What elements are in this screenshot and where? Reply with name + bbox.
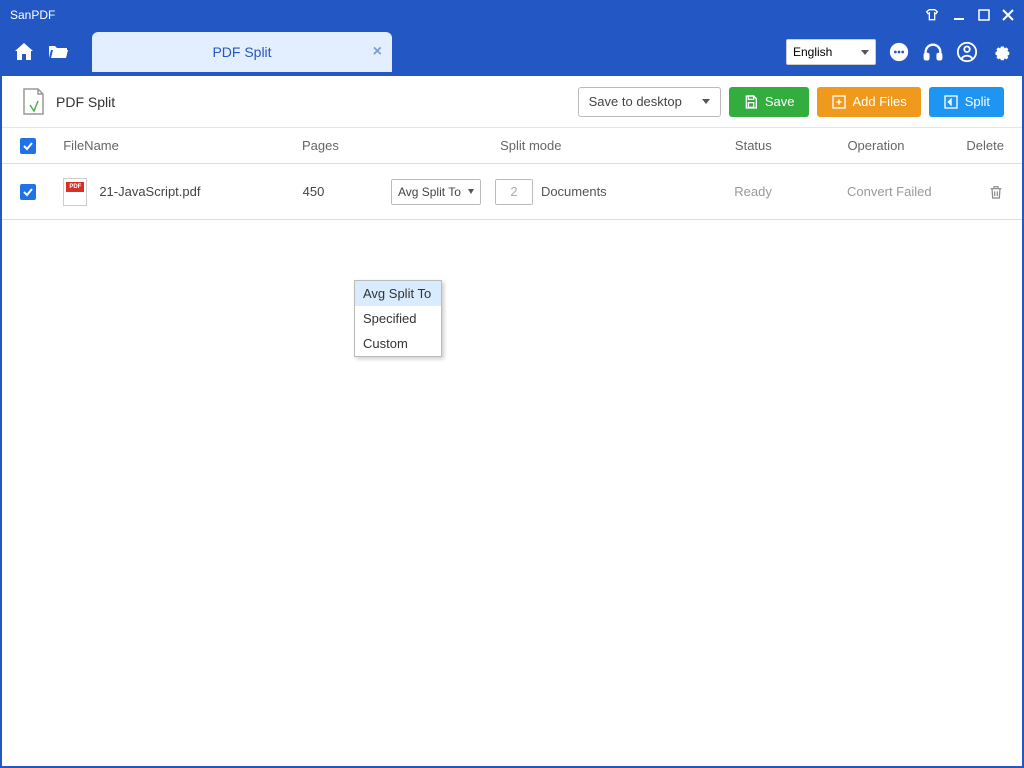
toolbar-buttons: Save to desktop Save Add Files Split <box>578 87 1004 117</box>
topbar-left: PDF Split × <box>12 32 392 72</box>
table-header: FileName Pages Split mode Status Operati… <box>2 128 1022 164</box>
add-files-label: Add Files <box>853 94 907 109</box>
home-icon[interactable] <box>12 40 36 64</box>
save-button-label: Save <box>765 94 795 109</box>
filename-text: 21-JavaScript.pdf <box>99 184 200 199</box>
tab-label: PDF Split <box>212 44 271 60</box>
pages-cell: 450 <box>303 184 391 199</box>
maximize-icon[interactable] <box>978 9 990 21</box>
tabs: PDF Split × <box>92 32 392 72</box>
topbar-right: English <box>786 39 1012 65</box>
tab-close-icon[interactable]: × <box>373 43 382 61</box>
save-button[interactable]: Save <box>729 87 809 117</box>
header-status: Status <box>735 138 848 153</box>
language-select[interactable]: English <box>786 39 876 65</box>
header-filename: FileName <box>55 138 302 153</box>
row-checkbox[interactable] <box>20 184 36 200</box>
pdf-file-icon <box>63 178 87 206</box>
save-icon <box>743 94 759 110</box>
language-value: English <box>793 45 832 59</box>
user-icon[interactable] <box>956 41 978 63</box>
split-mode-cell: Avg Split To Documents <box>391 179 734 205</box>
split-action-icon <box>943 94 959 110</box>
trash-icon <box>988 183 1004 201</box>
delete-cell[interactable] <box>955 183 1004 201</box>
filename-cell: 21-JavaScript.pdf <box>55 178 302 206</box>
app-title: SanPDF <box>10 8 924 22</box>
header-pages: Pages <box>302 138 390 153</box>
split-mode-select[interactable]: Avg Split To <box>391 179 481 205</box>
titlebar: SanPDF <box>2 2 1022 28</box>
topbar: PDF Split × English <box>2 28 1022 76</box>
toolbar: PDF Split Save to desktop Save Add Files… <box>2 76 1022 128</box>
status-cell: Ready <box>734 184 847 199</box>
split-mode-value: Avg Split To <box>398 185 461 199</box>
plus-box-icon <box>831 94 847 110</box>
pdf-page-icon <box>20 87 46 117</box>
headphones-icon[interactable] <box>922 41 944 63</box>
content-area: FileName Pages Split mode Status Operati… <box>2 128 1022 728</box>
folder-open-icon[interactable] <box>46 40 70 64</box>
minimize-icon[interactable] <box>952 8 966 22</box>
chevron-down-icon <box>861 50 869 55</box>
close-icon[interactable] <box>1002 9 1014 21</box>
save-location-select[interactable]: Save to desktop <box>578 87 721 117</box>
table-row: 21-JavaScript.pdf 450 Avg Split To Docum… <box>2 164 1022 220</box>
split-mode-dropdown: Avg Split To Specified Custom <box>354 280 442 357</box>
split-button[interactable]: Split <box>929 87 1004 117</box>
page-title-group: PDF Split <box>20 87 115 117</box>
split-unit-label: Documents <box>541 184 607 199</box>
add-files-button[interactable]: Add Files <box>817 87 921 117</box>
gear-icon[interactable] <box>990 41 1012 63</box>
operation-cell: Convert Failed <box>847 184 955 199</box>
dropdown-item-specified[interactable]: Specified <box>355 306 441 331</box>
header-operation: Operation <box>847 138 955 153</box>
window-controls <box>924 7 1014 23</box>
select-all-checkbox[interactable] <box>20 138 36 154</box>
tab-pdf-split[interactable]: PDF Split × <box>92 32 392 72</box>
split-count-input[interactable] <box>495 179 533 205</box>
split-button-label: Split <box>965 94 990 109</box>
tshirt-icon[interactable] <box>924 7 940 23</box>
chat-icon[interactable] <box>888 41 910 63</box>
header-delete: Delete <box>955 138 1004 153</box>
dropdown-item-custom[interactable]: Custom <box>355 331 441 356</box>
chevron-down-icon <box>468 189 474 194</box>
save-location-value: Save to desktop <box>589 94 682 109</box>
chevron-down-icon <box>702 99 710 104</box>
page-title: PDF Split <box>56 94 115 110</box>
dropdown-item-avg-split[interactable]: Avg Split To <box>355 281 441 306</box>
header-split-mode: Split mode <box>390 138 735 153</box>
